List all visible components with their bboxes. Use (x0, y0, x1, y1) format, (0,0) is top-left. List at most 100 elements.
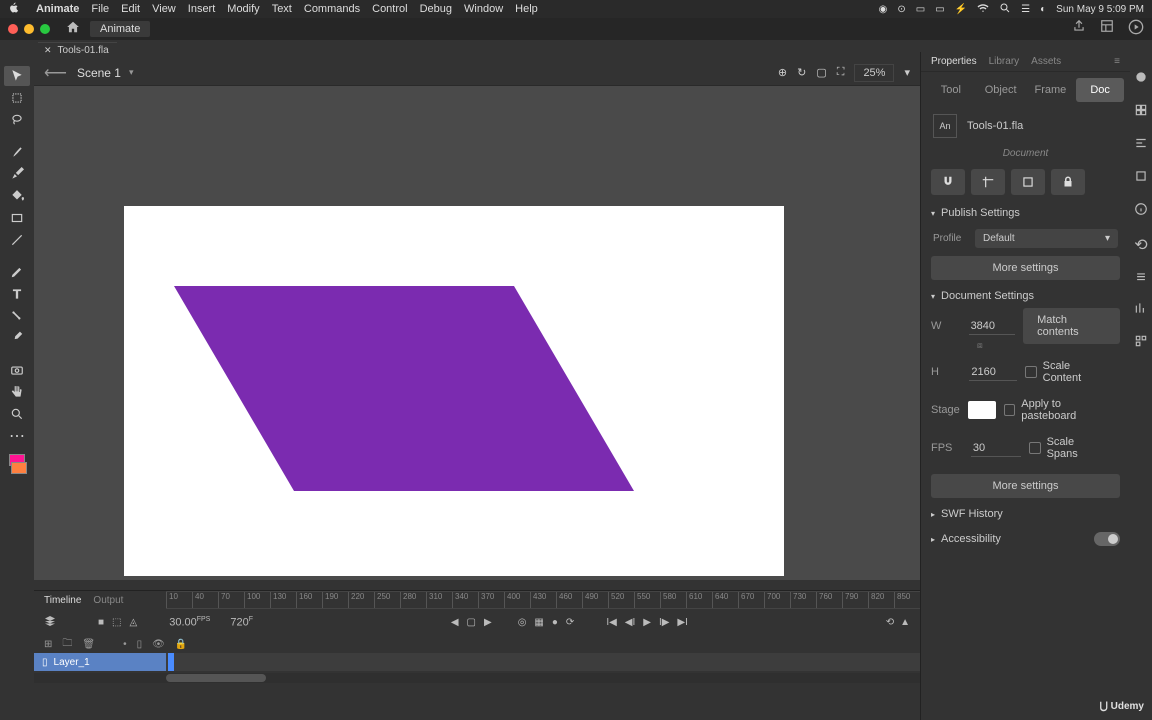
menu-text[interactable]: Text (272, 3, 292, 15)
parallelogram-shape[interactable] (124, 286, 644, 506)
color-swatches[interactable] (7, 454, 27, 474)
transform-icon[interactable] (1134, 169, 1148, 188)
mode-doc[interactable]: Doc (1076, 78, 1124, 102)
fps-input[interactable]: 30 (971, 440, 1021, 457)
scale-content-checkbox[interactable] (1025, 366, 1036, 378)
selection-tool[interactable] (4, 66, 30, 86)
paint-bucket-tool[interactable] (4, 186, 30, 206)
tab-properties[interactable]: Properties (931, 56, 977, 67)
record-icon[interactable]: ◉ (879, 4, 888, 15)
cc-icon[interactable]: ⊙ (897, 4, 905, 15)
bluetooth-icon[interactable]: ⚡ (955, 4, 967, 15)
scene-name[interactable]: Scene 1 (77, 66, 121, 80)
match-contents-button[interactable]: Match contents (1023, 308, 1120, 344)
stage-container[interactable] (34, 86, 920, 580)
fit-in-window-icon[interactable]: ⛶ (837, 66, 845, 79)
zoom-field[interactable]: 25% (854, 64, 894, 82)
document-more-settings-button[interactable]: More settings (931, 474, 1120, 498)
scene-nav-icon[interactable]: ⟵ (44, 63, 67, 83)
close-window-button[interactable] (8, 24, 18, 34)
tray-icon-1[interactable]: ▭ (916, 4, 925, 15)
tab-output[interactable]: Output (93, 595, 123, 606)
scene-dropdown-icon[interactable]: ▾ (129, 67, 134, 78)
wifi-icon[interactable] (977, 2, 989, 17)
rectangle-tool[interactable] (4, 208, 30, 228)
delete-layer-icon[interactable]: 🗑 (82, 639, 95, 650)
timeline-scrollbar[interactable] (34, 673, 920, 683)
menu-modify[interactable]: Modify (227, 3, 259, 15)
app-name[interactable]: Animate (36, 3, 79, 15)
clock[interactable]: Sun May 9 5:09 PM (1056, 4, 1144, 15)
menu-window[interactable]: Window (464, 3, 503, 15)
lasso-tool[interactable] (4, 110, 30, 130)
stage-color-swatch[interactable] (968, 401, 997, 419)
frame-ruler[interactable]: 1040701001301601902202502803103403704004… (166, 591, 920, 609)
mask-icon[interactable] (1011, 169, 1045, 195)
mode-object[interactable]: Object (977, 78, 1025, 102)
workspace-label[interactable]: Animate (90, 21, 150, 37)
mode-tool[interactable]: Tool (927, 78, 975, 102)
zoom-tool[interactable] (4, 404, 30, 424)
clip-view-icon[interactable]: ▢ (816, 66, 826, 79)
zoom-dropdown-icon[interactable]: ▾ (904, 66, 910, 79)
mode-frame[interactable]: Frame (1027, 78, 1075, 102)
width-input[interactable]: 3840 (969, 318, 1016, 335)
menu-view[interactable]: View (152, 3, 176, 15)
menu-insert[interactable]: Insert (188, 3, 216, 15)
hand-tool[interactable] (4, 382, 30, 402)
menu-commands[interactable]: Commands (304, 3, 360, 15)
eyedropper-tool[interactable] (4, 328, 30, 348)
layer-depth-icon[interactable]: ⬚ (112, 617, 121, 628)
more-tools-icon[interactable]: ⋯ (4, 426, 30, 446)
home-icon[interactable] (66, 20, 80, 39)
components-icon[interactable] (1134, 334, 1148, 353)
scale-spans-checkbox[interactable] (1029, 442, 1041, 454)
info-icon[interactable] (1134, 202, 1148, 221)
frames-track[interactable] (166, 653, 920, 671)
tray-icon-2[interactable]: ▭ (935, 4, 944, 15)
layout-icon[interactable] (1100, 19, 1114, 40)
outline-toggle-icon[interactable]: ▯ (137, 639, 143, 650)
guides-icon[interactable] (971, 169, 1005, 195)
new-layer-icon[interactable]: ⊞ (44, 639, 52, 650)
tab-library[interactable]: Library (989, 56, 1020, 67)
document-tab[interactable]: ✕ Tools-01.fla (38, 42, 117, 58)
camera-icon[interactable]: ■ (98, 617, 104, 628)
document-settings-header[interactable]: ▾ Document Settings (921, 284, 1130, 308)
rotate-view-icon[interactable]: ↻ (797, 66, 806, 79)
siri-icon[interactable]: ◐ (1040, 4, 1046, 15)
scrollbar-thumb[interactable] (166, 674, 266, 682)
library-icon[interactable]: ≡ (1136, 269, 1145, 287)
line-tool[interactable] (4, 230, 30, 250)
swf-history-header[interactable]: ▸ SWF History (921, 502, 1130, 526)
play-test-button[interactable] (1128, 19, 1144, 40)
bone-tool[interactable] (4, 306, 30, 326)
brush-tool[interactable] (4, 164, 30, 184)
visibility-toggle-icon[interactable]: 👁 (152, 639, 165, 650)
camera-tool[interactable] (4, 360, 30, 380)
keyframe-marker[interactable] (168, 653, 174, 671)
tab-assets[interactable]: Assets (1031, 56, 1061, 67)
lock-icon[interactable] (1051, 169, 1085, 195)
chart-icon[interactable] (1134, 301, 1148, 320)
window-traffic-lights[interactable] (8, 24, 50, 34)
new-folder-icon[interactable]: 🗀 (62, 636, 72, 653)
fluid-brush-tool[interactable] (4, 142, 30, 162)
apple-logo-icon[interactable] (8, 2, 20, 17)
center-stage-icon[interactable]: ⊕ (778, 66, 787, 79)
minimize-window-button[interactable] (24, 24, 34, 34)
menu-file[interactable]: File (91, 3, 109, 15)
control-center-icon[interactable]: ☰ (1021, 4, 1030, 15)
menu-edit[interactable]: Edit (121, 3, 140, 15)
free-transform-tool[interactable] (4, 88, 30, 108)
share-icon[interactable] (1072, 19, 1086, 40)
accessibility-toggle[interactable] (1094, 532, 1120, 546)
pen-tool[interactable] (4, 262, 30, 282)
menu-control[interactable]: Control (372, 3, 407, 15)
layer-row[interactable]: ▯ Layer_1 (34, 653, 166, 671)
menu-help[interactable]: Help (515, 3, 538, 15)
text-tool[interactable] (4, 284, 30, 304)
align-icon[interactable] (1134, 136, 1148, 155)
accessibility-header[interactable]: ▸ Accessibility (921, 526, 1130, 552)
close-tab-icon[interactable]: ✕ (44, 45, 52, 56)
